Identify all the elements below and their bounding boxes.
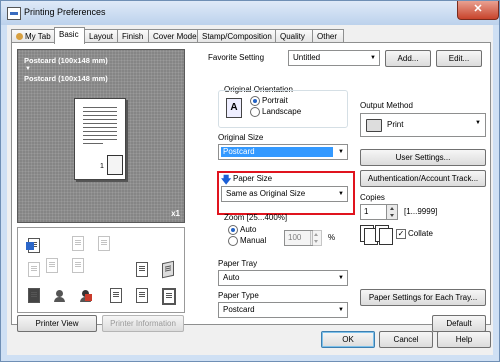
output-method-dropdown[interactable]: Print ▼: [360, 113, 486, 137]
portrait-label: Portrait: [262, 96, 288, 105]
tab-my-tab[interactable]: My Tab: [11, 29, 55, 43]
paper-size-label: Paper Size: [233, 174, 273, 183]
preview-page: 1: [74, 98, 126, 180]
text-line: [83, 107, 117, 108]
portrait-radio[interactable]: [250, 96, 260, 106]
printer-view-button[interactable]: Printer View: [17, 315, 97, 332]
zoom-manual-radio[interactable]: [228, 236, 238, 246]
printer-information-button[interactable]: Printer Information: [102, 315, 184, 332]
user-icon: [16, 33, 23, 40]
zoom-auto-radio[interactable]: [228, 225, 238, 235]
paper-type-label: Paper Type: [218, 291, 259, 300]
printer-app-icon: [7, 7, 21, 20]
authentication-account-track-button[interactable]: Authentication/Account Track...: [360, 170, 486, 187]
duplex-icon[interactable]: [26, 262, 40, 277]
color-setting-icon[interactable]: [26, 238, 40, 253]
box-save-icon[interactable]: [108, 288, 122, 303]
cover-icon[interactable]: [160, 260, 174, 279]
chevron-down-icon: ▼: [338, 275, 344, 281]
portrait-page-icon: A: [226, 98, 242, 118]
layout-icon[interactable]: [134, 288, 148, 303]
arrow-down-icon: ▼: [25, 66, 31, 72]
zoom-spinner[interactable]: [310, 230, 322, 246]
paper-settings-each-tray-button[interactable]: Paper Settings for Each Tray...: [360, 289, 486, 306]
landscape-label: Landscape: [262, 107, 302, 116]
add-favorite-button[interactable]: Add...: [385, 50, 431, 67]
chevron-down-icon: ▼: [338, 307, 344, 313]
favorite-setting-dropdown[interactable]: Untitled ▼: [288, 50, 380, 66]
copies-range: [1...9999]: [404, 207, 438, 216]
landscape-radio[interactable]: [250, 107, 260, 117]
tab-other[interactable]: Other: [312, 29, 344, 43]
zoom-manual-label: Manual: [240, 236, 267, 245]
title-bar[interactable]: Printing Preferences ✕: [1, 1, 499, 25]
tab-basic[interactable]: Basic: [54, 27, 85, 44]
dialog-client-area: My Tab Basic Layout Finish Cover Mode St…: [7, 25, 493, 355]
text-line: [83, 131, 117, 132]
text-line: [83, 143, 103, 144]
page-number: 1: [100, 163, 104, 170]
copies-label: Copies: [360, 193, 385, 202]
paper-tray-dropdown[interactable]: Auto ▼: [218, 270, 348, 286]
output-method-label: Output Method: [360, 101, 413, 110]
cancel-button[interactable]: Cancel: [379, 331, 433, 348]
default-button[interactable]: Default: [432, 315, 486, 332]
printing-preferences-window: Printing Preferences ✕ My Tab Basic Layo…: [0, 0, 500, 362]
zoom-unit: %: [328, 233, 336, 242]
watermark-icon[interactable]: [134, 262, 148, 277]
text-line: [83, 127, 117, 128]
copies-input[interactable]: 1: [360, 204, 389, 220]
paper-size-dropdown[interactable]: Same as Original Size ▼: [221, 186, 348, 202]
help-button[interactable]: Help: [437, 331, 491, 348]
text-line: [83, 123, 117, 124]
chevron-down-icon: ▼: [338, 191, 344, 197]
text-line: [83, 115, 117, 116]
chevron-down-icon: ▼: [338, 149, 344, 155]
zoom-label: Zoom [25...400%]: [224, 213, 288, 222]
original-size-label: Original Size: [218, 133, 264, 142]
punch-icon[interactable]: [96, 236, 110, 251]
print-preview: Postcard (100x148 mm) ▼ Postcard (100x14…: [17, 49, 185, 223]
window-title: Printing Preferences: [24, 7, 106, 17]
text-line: [83, 119, 117, 120]
chevron-down-icon: ▼: [475, 120, 481, 126]
copies-spinner[interactable]: [386, 204, 398, 220]
chevron-down-icon: ▼: [370, 55, 376, 61]
text-line: [83, 135, 117, 136]
original-size-dropdown[interactable]: Postcard ▼: [218, 144, 348, 160]
preview-copies-multiplier: x1: [171, 209, 180, 218]
close-icon: ✕: [473, 3, 483, 15]
tab-layout[interactable]: Layout: [84, 29, 118, 43]
tab-stamp-composition[interactable]: Stamp/Composition: [197, 29, 276, 43]
ok-button[interactable]: OK: [321, 331, 375, 348]
collate-label: Collate: [408, 229, 433, 238]
user-auth-icon[interactable]: [52, 288, 66, 302]
edit-favorite-button[interactable]: Edit...: [436, 50, 482, 67]
tab-cover-mode[interactable]: Cover Mode: [148, 29, 198, 43]
image-placeholder: [107, 155, 123, 175]
booklet-icon[interactable]: [70, 258, 84, 273]
secure-print-icon[interactable]: [26, 288, 40, 303]
zoom-auto-label: Auto: [240, 225, 257, 234]
tab-quality[interactable]: Quality: [275, 29, 313, 43]
zoom-value-input[interactable]: 100: [284, 230, 313, 246]
proof-icon[interactable]: [160, 288, 176, 305]
close-button[interactable]: ✕: [457, 1, 499, 20]
staple-icon[interactable]: [70, 236, 84, 251]
paper-tray-label: Paper Tray: [218, 259, 258, 268]
settings-icon-grid: [17, 227, 185, 313]
user-settings-button[interactable]: User Settings...: [360, 149, 486, 166]
text-line: [83, 111, 117, 112]
collate-checkbox[interactable]: ✓: [396, 229, 406, 239]
text-line: [83, 139, 117, 140]
printer-icon: [366, 119, 382, 132]
paper-type-dropdown[interactable]: Postcard ▼: [218, 302, 348, 318]
account-track-icon[interactable]: [78, 288, 92, 302]
basic-tab-panel: Postcard (100x148 mm) ▼ Postcard (100x14…: [11, 42, 491, 332]
fold-icon[interactable]: [44, 258, 58, 273]
favorite-setting-label: Favorite Setting: [208, 53, 265, 62]
tab-finish[interactable]: Finish: [117, 29, 149, 43]
preview-size-label: Postcard (100x148 mm) ▼ Postcard (100x14…: [24, 56, 108, 83]
collate-pages-icon: [360, 225, 393, 245]
